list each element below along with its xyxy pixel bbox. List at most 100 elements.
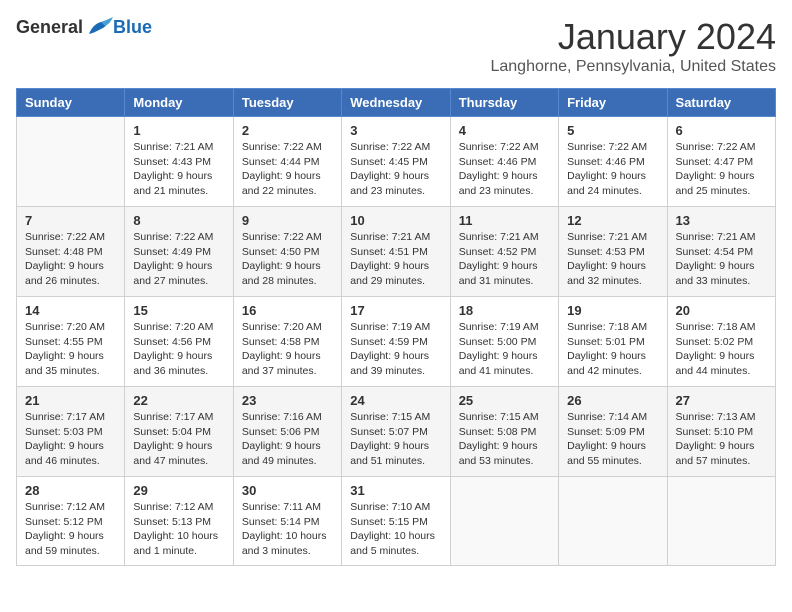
- day-info: Sunrise: 7:13 AM Sunset: 5:10 PM Dayligh…: [676, 410, 767, 469]
- calendar-day-cell: 19Sunrise: 7:18 AM Sunset: 5:01 PM Dayli…: [559, 297, 667, 387]
- title-section: January 2024 Langhorne, Pennsylvania, Un…: [490, 16, 776, 76]
- day-info: Sunrise: 7:21 AM Sunset: 4:53 PM Dayligh…: [567, 230, 658, 289]
- day-of-week-header: Sunday: [17, 89, 125, 117]
- day-number: 16: [242, 303, 333, 318]
- calendar-day-cell: 23 Sunrise: 7:16 AM Sunset: 5:06 PM Dayli…: [233, 387, 341, 477]
- calendar-day-cell: 22 Sunrise: 7:17 AM Sunset: 5:04 PM Dayli…: [125, 387, 233, 477]
- day-number: 24: [350, 393, 441, 408]
- day-info: Sunrise: 7:12 AM Sunset: 5:12 PM Dayligh…: [25, 500, 116, 559]
- day-number: 17: [350, 303, 441, 318]
- day-number: 27: [676, 393, 767, 408]
- day-info: Sunrise: 7:10 AM Sunset: 5:15 PM Dayligh…: [350, 500, 441, 559]
- day-number: 21: [25, 393, 116, 408]
- calendar-day-cell: 18 Sunrise: 7:19 AM Sunset: 5:00 PM Dayli…: [450, 297, 558, 387]
- day-info: Sunrise: 7:11 AM Sunset: 5:14 PM Dayligh…: [242, 500, 333, 559]
- calendar-day-cell: 27 Sunrise: 7:13 AM Sunset: 5:10 PM Dayli…: [667, 387, 775, 477]
- day-number: 22: [133, 393, 224, 408]
- calendar-day-cell: 1 Sunrise: 7:21 AM Sunset: 4:43 PM Daylig…: [125, 117, 233, 207]
- day-info: Sunrise: 7:22 AM Sunset: 4:46 PM Dayligh…: [459, 140, 550, 199]
- page-header: General Blue January 2024 Langhorne, Pen…: [16, 16, 776, 76]
- calendar-day-cell: 14 Sunrise: 7:20 AM Sunset: 4:55 PM Dayli…: [17, 297, 125, 387]
- day-number: 15: [133, 303, 224, 318]
- day-number: 1: [133, 123, 224, 138]
- day-info: Sunrise: 7:21 AM Sunset: 4:52 PM Dayligh…: [459, 230, 550, 289]
- calendar-week-row: 7 Sunrise: 7:22 AM Sunset: 4:48 PM Daylig…: [17, 207, 776, 297]
- calendar-day-cell: 8Sunrise: 7:22 AM Sunset: 4:49 PM Daylig…: [125, 207, 233, 297]
- calendar-day-cell: 25Sunrise: 7:15 AM Sunset: 5:08 PM Dayli…: [450, 387, 558, 477]
- calendar-day-cell: 31 Sunrise: 7:10 AM Sunset: 5:15 PM Dayli…: [342, 477, 450, 566]
- calendar-day-cell: 10Sunrise: 7:21 AM Sunset: 4:51 PM Dayli…: [342, 207, 450, 297]
- day-info: Sunrise: 7:22 AM Sunset: 4:50 PM Dayligh…: [242, 230, 333, 289]
- calendar-day-cell: 6 Sunrise: 7:22 AM Sunset: 4:47 PM Daylig…: [667, 117, 775, 207]
- day-number: 23: [242, 393, 333, 408]
- calendar-day-cell: 26 Sunrise: 7:14 AM Sunset: 5:09 PM Dayli…: [559, 387, 667, 477]
- month-title: January 2024: [490, 16, 776, 58]
- day-number: 29: [133, 483, 224, 498]
- day-number: 10: [350, 213, 441, 228]
- day-number: 14: [25, 303, 116, 318]
- day-number: 18: [459, 303, 550, 318]
- calendar-day-cell: 13 Sunrise: 7:21 AM Sunset: 4:54 PM Dayli…: [667, 207, 775, 297]
- day-info: Sunrise: 7:22 AM Sunset: 4:47 PM Dayligh…: [676, 140, 767, 199]
- calendar-day-cell: [559, 477, 667, 566]
- day-number: 30: [242, 483, 333, 498]
- calendar-header: SundayMondayTuesdayWednesdayThursdayFrid…: [17, 89, 776, 117]
- calendar-week-row: 14 Sunrise: 7:20 AM Sunset: 4:55 PM Dayli…: [17, 297, 776, 387]
- day-info: Sunrise: 7:17 AM Sunset: 5:04 PM Dayligh…: [133, 410, 224, 469]
- calendar-day-cell: 5 Sunrise: 7:22 AM Sunset: 4:46 PM Daylig…: [559, 117, 667, 207]
- calendar-day-cell: 16 Sunrise: 7:20 AM Sunset: 4:58 PM Dayli…: [233, 297, 341, 387]
- calendar-day-cell: [667, 477, 775, 566]
- calendar-week-row: 21 Sunrise: 7:17 AM Sunset: 5:03 PM Dayli…: [17, 387, 776, 477]
- day-of-week-header: Friday: [559, 89, 667, 117]
- calendar-day-cell: 28Sunrise: 7:12 AM Sunset: 5:12 PM Dayli…: [17, 477, 125, 566]
- calendar-day-cell: 4Sunrise: 7:22 AM Sunset: 4:46 PM Daylig…: [450, 117, 558, 207]
- calendar-day-cell: 30 Sunrise: 7:11 AM Sunset: 5:14 PM Dayli…: [233, 477, 341, 566]
- day-info: Sunrise: 7:19 AM Sunset: 4:59 PM Dayligh…: [350, 320, 441, 379]
- calendar-week-row: 1 Sunrise: 7:21 AM Sunset: 4:43 PM Daylig…: [17, 117, 776, 207]
- day-info: Sunrise: 7:20 AM Sunset: 4:58 PM Dayligh…: [242, 320, 333, 379]
- day-number: 5: [567, 123, 658, 138]
- logo-blue-text: Blue: [113, 17, 152, 38]
- day-number: 26: [567, 393, 658, 408]
- day-info: Sunrise: 7:20 AM Sunset: 4:55 PM Dayligh…: [25, 320, 116, 379]
- day-number: 19: [567, 303, 658, 318]
- day-info: Sunrise: 7:12 AM Sunset: 5:13 PM Dayligh…: [133, 500, 224, 559]
- day-info: Sunrise: 7:22 AM Sunset: 4:45 PM Dayligh…: [350, 140, 441, 199]
- calendar-day-cell: [450, 477, 558, 566]
- calendar-day-cell: 24Sunrise: 7:15 AM Sunset: 5:07 PM Dayli…: [342, 387, 450, 477]
- day-of-week-header: Wednesday: [342, 89, 450, 117]
- day-info: Sunrise: 7:21 AM Sunset: 4:54 PM Dayligh…: [676, 230, 767, 289]
- day-info: Sunrise: 7:17 AM Sunset: 5:03 PM Dayligh…: [25, 410, 116, 469]
- day-of-week-header: Tuesday: [233, 89, 341, 117]
- calendar-day-cell: 29 Sunrise: 7:12 AM Sunset: 5:13 PM Dayli…: [125, 477, 233, 566]
- calendar-day-cell: 20Sunrise: 7:18 AM Sunset: 5:02 PM Dayli…: [667, 297, 775, 387]
- calendar-day-cell: 11Sunrise: 7:21 AM Sunset: 4:52 PM Dayli…: [450, 207, 558, 297]
- calendar-day-cell: 21 Sunrise: 7:17 AM Sunset: 5:03 PM Dayli…: [17, 387, 125, 477]
- day-info: Sunrise: 7:16 AM Sunset: 5:06 PM Dayligh…: [242, 410, 333, 469]
- day-number: 13: [676, 213, 767, 228]
- day-number: 7: [25, 213, 116, 228]
- logo: General Blue: [16, 16, 152, 38]
- day-number: 12: [567, 213, 658, 228]
- day-of-week-header: Thursday: [450, 89, 558, 117]
- calendar-day-cell: 3Sunrise: 7:22 AM Sunset: 4:45 PM Daylig…: [342, 117, 450, 207]
- day-number: 31: [350, 483, 441, 498]
- day-info: Sunrise: 7:19 AM Sunset: 5:00 PM Dayligh…: [459, 320, 550, 379]
- day-number: 25: [459, 393, 550, 408]
- day-number: 6: [676, 123, 767, 138]
- calendar-day-cell: 9Sunrise: 7:22 AM Sunset: 4:50 PM Daylig…: [233, 207, 341, 297]
- day-info: Sunrise: 7:22 AM Sunset: 4:48 PM Dayligh…: [25, 230, 116, 289]
- day-info: Sunrise: 7:22 AM Sunset: 4:49 PM Dayligh…: [133, 230, 224, 289]
- day-info: Sunrise: 7:22 AM Sunset: 4:46 PM Dayligh…: [567, 140, 658, 199]
- day-info: Sunrise: 7:14 AM Sunset: 5:09 PM Dayligh…: [567, 410, 658, 469]
- calendar-week-row: 28Sunrise: 7:12 AM Sunset: 5:12 PM Dayli…: [17, 477, 776, 566]
- calendar-day-cell: 7 Sunrise: 7:22 AM Sunset: 4:48 PM Daylig…: [17, 207, 125, 297]
- location-title: Langhorne, Pennsylvania, United States: [490, 58, 776, 76]
- calendar-day-cell: 15Sunrise: 7:20 AM Sunset: 4:56 PM Dayli…: [125, 297, 233, 387]
- calendar-day-cell: 2Sunrise: 7:22 AM Sunset: 4:44 PM Daylig…: [233, 117, 341, 207]
- day-of-week-header: Monday: [125, 89, 233, 117]
- day-number: 2: [242, 123, 333, 138]
- day-number: 20: [676, 303, 767, 318]
- day-info: Sunrise: 7:21 AM Sunset: 4:43 PM Dayligh…: [133, 140, 224, 199]
- calendar-day-cell: [17, 117, 125, 207]
